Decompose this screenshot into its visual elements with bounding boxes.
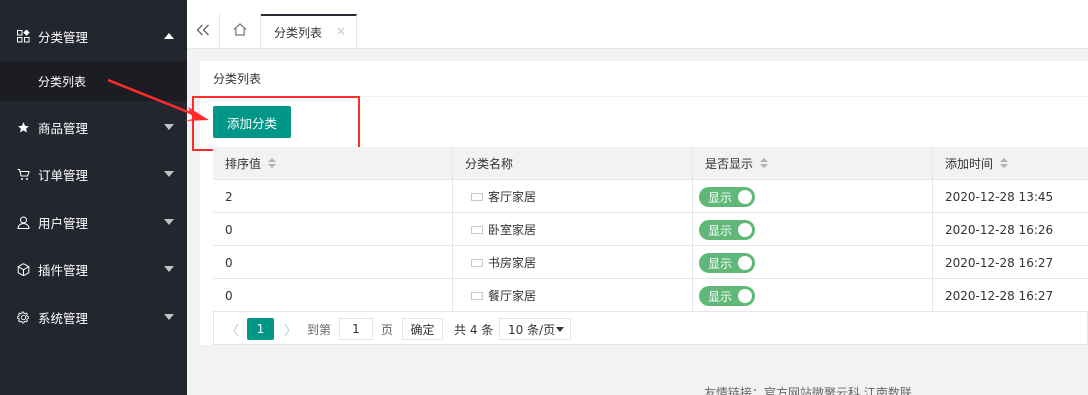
- column-header-visible[interactable]: 是否显示: [692, 147, 932, 180]
- sidebar: 分类管理 分类列表 商品管理 订单管理 用户管理 插件管理 系统管理: [0, 0, 187, 395]
- added-time: 2020-12-28 16:26: [932, 213, 1088, 246]
- category-name-cell: 客厅家居: [452, 180, 692, 213]
- table-row: 0 餐厅家居 显示 2020-12-28 16:27: [213, 279, 1088, 312]
- next-page-button[interactable]: 〉: [284, 318, 297, 340]
- sort-value: 0: [225, 255, 233, 270]
- footer-links: 友情链接：官方网站微聚云科 江南数联: [704, 386, 912, 395]
- goto-label: 到第: [307, 322, 332, 337]
- sort-icon[interactable]: [1000, 158, 1009, 169]
- caret-down-icon: [164, 219, 174, 225]
- goto-confirm-button[interactable]: 确定: [402, 318, 443, 340]
- sort-icon[interactable]: [760, 158, 769, 169]
- visible-toggle[interactable]: 显示: [699, 285, 755, 306]
- collapse-tabs-button[interactable]: [187, 14, 220, 48]
- category-icon: [16, 29, 30, 43]
- card-header: 分类列表: [200, 61, 1088, 97]
- sort-value: 0: [225, 222, 233, 237]
- category-name-cell: 卧室家居: [452, 213, 692, 246]
- table-header-row: 排序值 分类名称 是否显示 添加时间: [213, 147, 1088, 180]
- home-icon: [233, 23, 247, 39]
- card-title: 分类列表: [213, 72, 262, 86]
- caret-down-icon: [164, 314, 174, 320]
- sort-value: 0: [225, 288, 233, 303]
- category-thumbnail: [471, 192, 483, 201]
- visible-toggle[interactable]: 显示: [699, 186, 755, 207]
- visible-cell: 显示: [692, 180, 932, 213]
- category-name-cell: 书房家居: [452, 246, 692, 279]
- total-count: 共 4 条: [454, 322, 494, 337]
- caret-down-icon: [164, 266, 174, 272]
- table-row: 0 书房家居 显示 2020-12-28 16:27: [213, 246, 1088, 279]
- double-chevron-left-icon: [196, 24, 210, 39]
- sort-value: 2: [225, 189, 233, 204]
- category-name-cell: 餐厅家居: [452, 279, 692, 312]
- dropdown-arrow-icon: [556, 327, 564, 332]
- top-header: [187, 0, 1088, 14]
- tab-bar: 分类列表 ×: [187, 14, 1088, 49]
- category-thumbnail: [471, 258, 483, 267]
- cube-icon: [16, 262, 30, 276]
- gear-icon: [16, 310, 30, 324]
- category-thumbnail: [471, 225, 483, 234]
- visible-cell: 显示: [692, 246, 932, 279]
- tab-category-list[interactable]: 分类列表 ×: [261, 14, 357, 48]
- prev-page-button[interactable]: 〈: [226, 318, 239, 340]
- annotation-arrow: [107, 78, 209, 121]
- column-header-name: 分类名称: [452, 147, 692, 180]
- page-size-select[interactable]: 10 条/页: [499, 318, 571, 340]
- sidebar-item-users[interactable]: 用户管理: [0, 198, 187, 246]
- sidebar-item-category[interactable]: 分类管理: [0, 12, 187, 60]
- pagination: 〈 1 〉 到第 1 页 确定 共 4 条 10 条/页: [213, 312, 1088, 345]
- caret-down-icon: [164, 171, 174, 177]
- sidebar-item-plugins[interactable]: 插件管理: [0, 245, 187, 293]
- sidebar-item-system[interactable]: 系统管理: [0, 293, 187, 341]
- page-1-button[interactable]: 1: [247, 318, 274, 340]
- sidebar-item-orders[interactable]: 订单管理: [0, 150, 187, 198]
- tab-home[interactable]: [220, 14, 261, 48]
- cart-icon: [16, 167, 30, 181]
- goto-page-input[interactable]: 1: [339, 318, 373, 340]
- user-icon: [16, 215, 30, 229]
- added-time: 2020-12-28 16:27: [932, 279, 1088, 312]
- table-row: 2 客厅家居 显示 2020-12-28 13:45: [213, 180, 1088, 213]
- column-header-time[interactable]: 添加时间: [932, 147, 1088, 180]
- column-header-sort[interactable]: 排序值: [213, 147, 452, 180]
- visible-cell: 显示: [692, 213, 932, 246]
- category-thumbnail: [471, 291, 483, 300]
- star-icon: [16, 120, 30, 134]
- sort-icon[interactable]: [268, 158, 277, 169]
- caret-up-icon: [164, 33, 174, 39]
- added-time: 2020-12-28 16:27: [932, 246, 1088, 279]
- added-time: 2020-12-28 13:45: [932, 180, 1088, 213]
- visible-toggle[interactable]: 显示: [699, 219, 755, 240]
- close-icon[interactable]: ×: [336, 24, 346, 38]
- table-row: 0 卧室家居 显示 2020-12-28 16:26: [213, 213, 1088, 246]
- visible-toggle[interactable]: 显示: [699, 252, 755, 273]
- page-unit-label: 页: [381, 322, 394, 337]
- visible-cell: 显示: [692, 279, 932, 312]
